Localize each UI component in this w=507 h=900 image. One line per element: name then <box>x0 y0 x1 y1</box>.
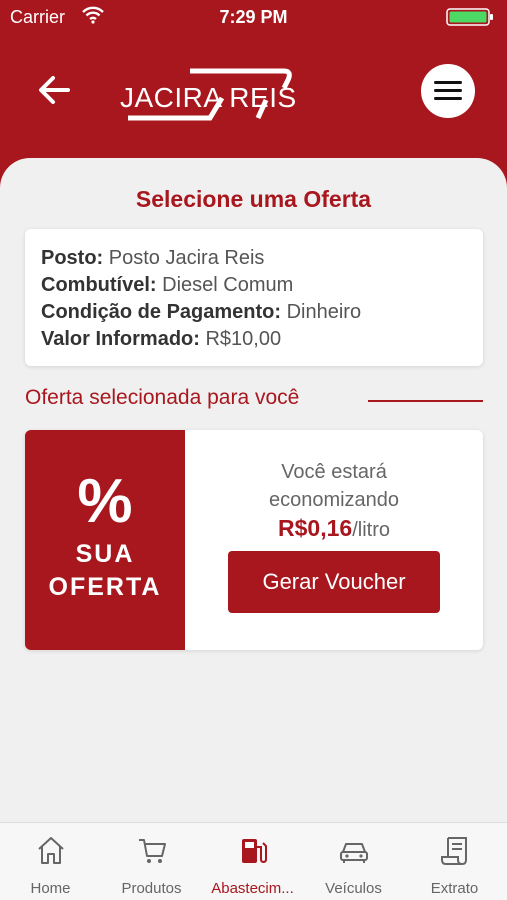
info-posto: Posto: Posto Jacira Reis <box>41 247 265 269</box>
offer-savings: R$0,16/litro <box>185 514 483 544</box>
section-divider <box>368 400 483 402</box>
generate-voucher-button[interactable]: Gerar Voucher <box>228 551 440 613</box>
logo-text: JACIRA REIS <box>120 82 297 113</box>
tab-home[interactable]: Home <box>0 823 101 900</box>
info-valor: Valor Informado: R$10,00 <box>41 328 282 350</box>
tab-label: Veículos <box>325 880 382 897</box>
tab-label: Home <box>30 880 71 897</box>
offer-badge: % SUA OFERTA <box>25 430 185 650</box>
main-content: Selecione uma Oferta Posto: Posto Jacira… <box>0 158 507 822</box>
tab-label: Produtos <box>121 880 182 897</box>
offer-text-line-1: Você estará <box>281 461 387 483</box>
offer-description: Você estará economizando R$0,16/litro <box>185 458 483 544</box>
badge-line-1: SUA <box>75 540 135 568</box>
percent-icon: % <box>77 467 133 536</box>
receipt-icon <box>441 837 467 865</box>
savings-amount: R$0,16 <box>278 515 353 541</box>
savings-unit: /litro <box>352 519 390 541</box>
tab-extrato[interactable]: Extrato <box>404 823 505 900</box>
tab-label: Abastecim... <box>211 880 294 897</box>
cart-icon <box>139 839 166 863</box>
tab-veiculos[interactable]: Veículos <box>303 823 404 900</box>
back-arrow-icon[interactable] <box>34 70 74 110</box>
tab-bar: Home Produtos Abastecim... Veículos Extr… <box>0 822 507 900</box>
offer-card: % SUA OFERTA Você estará economizando R$… <box>25 430 483 650</box>
section-title: Oferta selecionada para você <box>25 386 300 409</box>
offer-text-line-2: economizando <box>268 489 400 511</box>
page-title: Selecione uma Oferta <box>135 186 372 212</box>
tab-produtos[interactable]: Produtos <box>101 823 202 900</box>
home-icon <box>38 837 64 864</box>
tab-label: Extrato <box>430 880 479 897</box>
battery-icon <box>446 8 493 26</box>
tab-abastecimento[interactable]: Abastecim... <box>202 823 303 900</box>
info-combustivel: Combutível: Diesel Comum <box>41 274 294 296</box>
clock: 7:29 PM <box>219 7 288 27</box>
car-icon <box>340 843 368 863</box>
fuel-pump-icon <box>242 839 267 864</box>
info-card: Posto: Posto Jacira Reis Combutível: Die… <box>25 229 483 366</box>
brand-logo: JACIRA REIS <box>118 66 298 124</box>
status-bar: Carrier 7:29 PM <box>0 0 507 34</box>
info-pagamento: Condição de Pagamento: Dinheiro <box>41 301 362 323</box>
badge-line-2: OFERTA <box>48 573 162 601</box>
menu-button[interactable] <box>421 64 475 118</box>
